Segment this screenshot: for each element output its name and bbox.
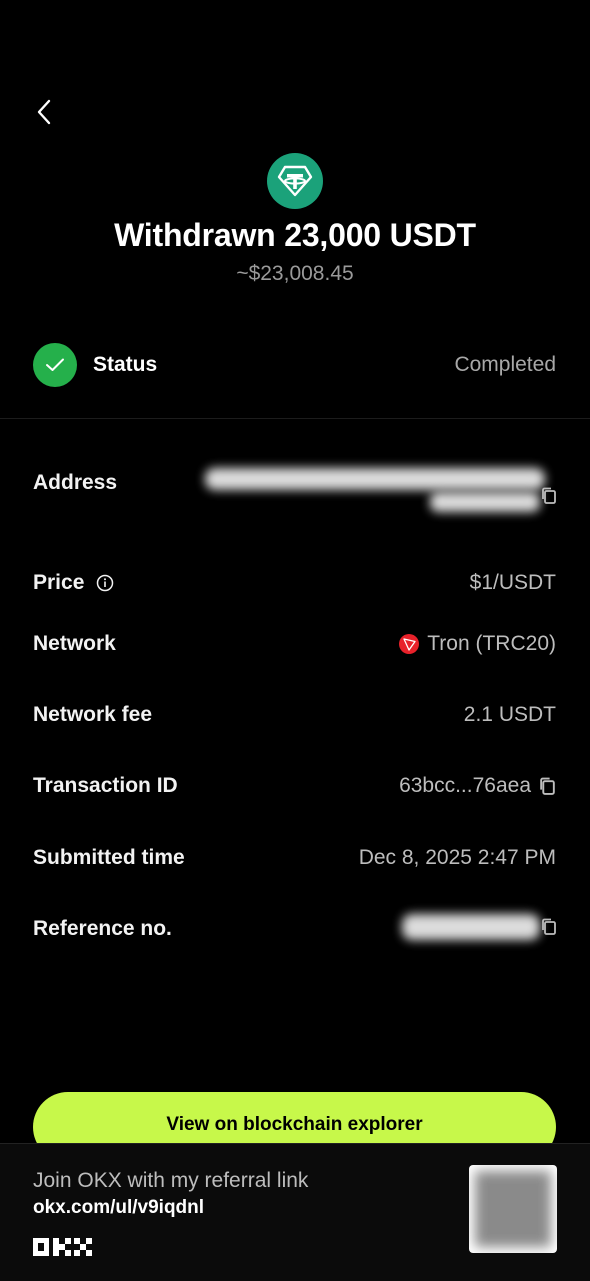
back-button[interactable] [26,92,62,132]
network-fee-value: 2.1 USDT [463,703,556,726]
okx-logo [33,1238,92,1256]
network-fee-row: Network fee 2.1 USDT [33,695,556,735]
transaction-id-value: 63bcc...76aea [399,774,531,797]
reference-no-redacted [402,914,540,940]
copy-icon[interactable] [541,487,557,505]
copy-icon[interactable] [541,918,557,936]
usd-equivalent: ~$23,008.45 [236,262,354,285]
referral-link[interactable]: okx.com/ul/v9iqdnl [33,1197,204,1219]
network-row: Network Tron (TRC20) [33,624,556,664]
info-icon[interactable] [96,574,114,592]
status-label: Status [93,353,158,376]
submitted-time-label: Submitted time [33,846,185,869]
tether-icon [267,153,323,209]
price-value: $1/USDT [469,571,556,594]
referral-text: Join OKX with my referral link [33,1169,309,1192]
status-row: Status Completed [33,341,556,389]
network-value: Tron (TRC20) [427,632,556,655]
address-redacted-line2 [430,492,540,512]
check-icon [33,343,77,387]
transaction-id-row: Transaction ID 63bcc...76aea [33,766,556,806]
address-redacted [205,468,545,490]
page-title: Withdrawn 23,000 USDT [114,217,476,253]
tron-icon [399,634,420,654]
network-fee-label: Network fee [33,703,153,726]
submitted-time-row: Submitted time Dec 8, 2025 2:47 PM [33,838,556,878]
transaction-id-label: Transaction ID [33,774,178,797]
address-label: Address [33,471,118,494]
referral-qr-code [469,1165,557,1253]
price-row: Price $1/USDT [33,563,556,603]
network-label: Network [33,632,116,655]
price-label: Price [33,571,85,594]
reference-no-label: Reference no. [33,917,172,940]
divider [0,418,590,419]
copy-icon[interactable] [539,777,556,796]
status-value: Completed [454,353,556,376]
chevron-left-icon [37,99,51,125]
submitted-time-value: Dec 8, 2025 2:47 PM [358,846,556,869]
